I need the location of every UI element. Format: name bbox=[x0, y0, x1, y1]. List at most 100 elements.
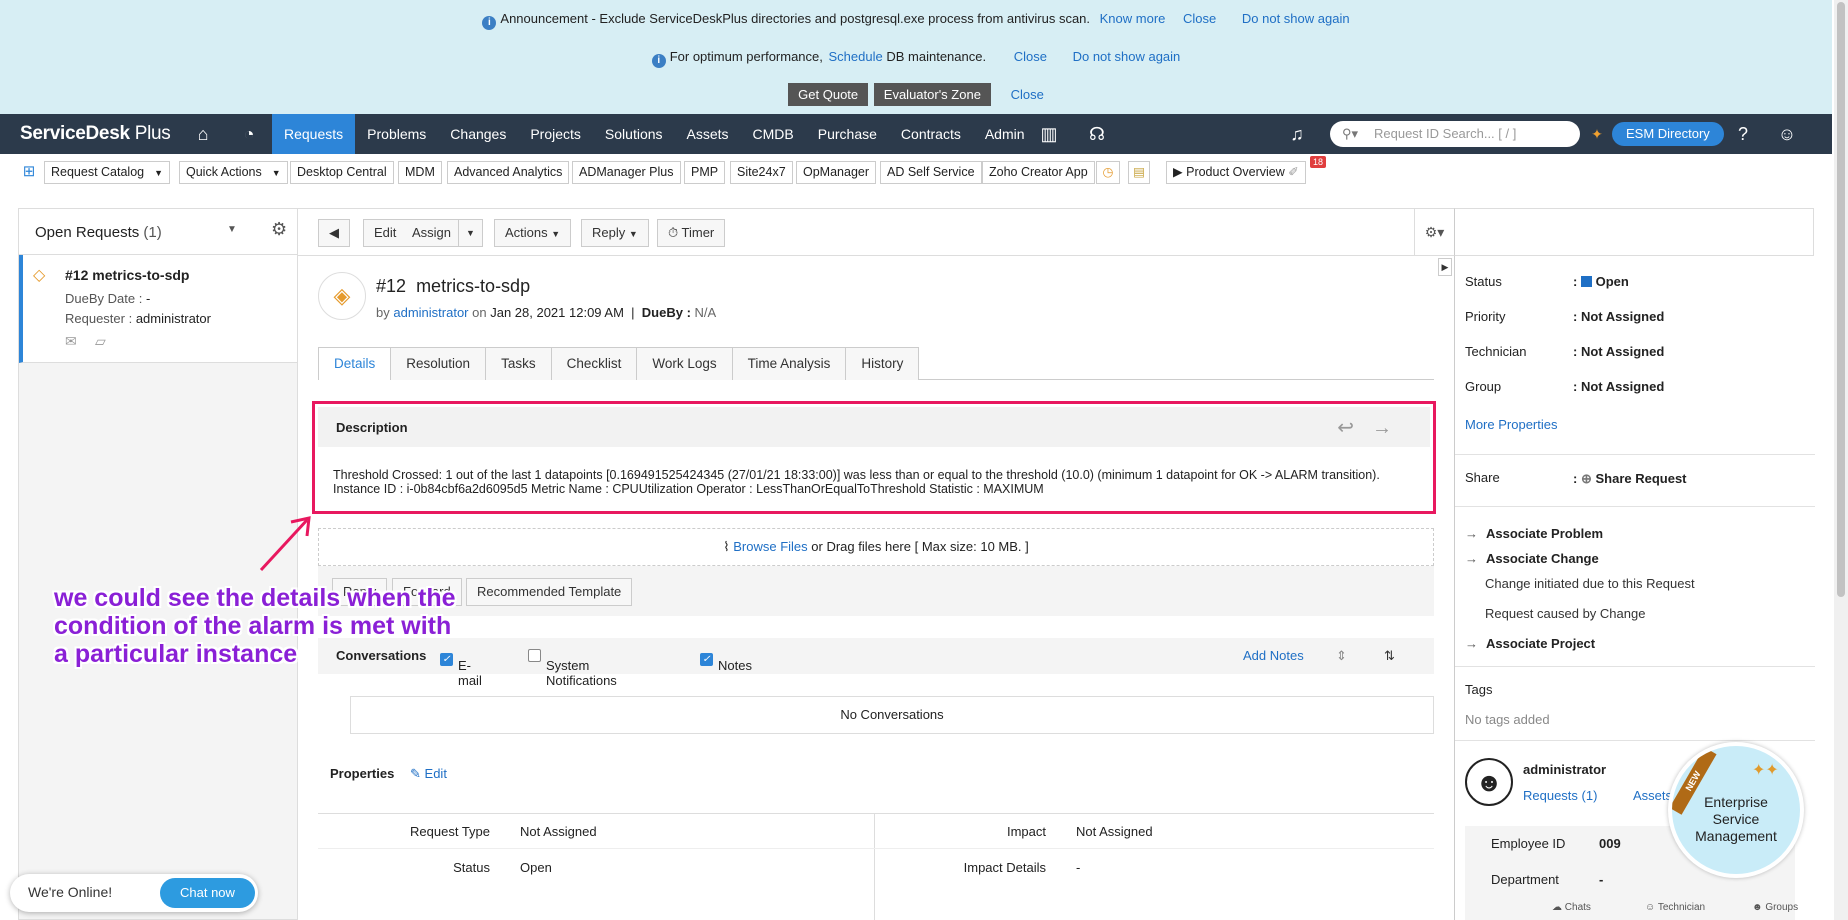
new-request-icon[interactable]: ⊞ bbox=[18, 162, 40, 182]
toolbar-site24x7[interactable]: Site24x7 bbox=[730, 161, 793, 184]
request-id-search-input[interactable]: ⚲▾ Request ID Search... [ / ] bbox=[1330, 121, 1580, 147]
menu-problems[interactable]: Problems bbox=[355, 114, 438, 154]
tab-resolution[interactable]: Resolution bbox=[390, 347, 487, 380]
system-notifications-checkbox[interactable]: System Notifications bbox=[528, 648, 617, 688]
info-icon: i bbox=[651, 54, 666, 68]
tab-checklist[interactable]: Checklist bbox=[550, 347, 638, 380]
menu-requests[interactable]: Requests bbox=[272, 114, 356, 154]
menu-contracts[interactable]: Contracts bbox=[889, 114, 973, 154]
menu-projects[interactable]: Projects bbox=[518, 114, 593, 154]
associate-change-link[interactable]: → Associate Change bbox=[1465, 551, 1599, 566]
toolbar-mdm[interactable]: MDM bbox=[398, 161, 442, 184]
do-not-show-again-link[interactable]: Do not show again bbox=[1073, 49, 1181, 64]
menu-admin[interactable]: Admin bbox=[973, 114, 1037, 154]
user-assets-link[interactable]: Assets bbox=[1633, 788, 1672, 803]
tab-tasks[interactable]: Tasks bbox=[485, 347, 552, 380]
gear-icon[interactable]: ⚙ bbox=[271, 219, 287, 240]
page-scrollbar[interactable] bbox=[1834, 0, 1848, 920]
chevron-down-icon[interactable]: ▼ bbox=[227, 224, 237, 235]
request-caused-link[interactable]: Request caused by Change bbox=[1485, 606, 1645, 621]
groups-shortcut[interactable]: ☻ Groups bbox=[1752, 902, 1798, 913]
notes-filter-checkbox[interactable]: ✓ Notes bbox=[700, 648, 752, 673]
do-not-show-again-link[interactable]: Do not show again bbox=[1242, 11, 1350, 26]
associate-project-link[interactable]: → Associate Project bbox=[1465, 636, 1595, 651]
chats-shortcut[interactable]: ☁ Chats bbox=[1552, 902, 1591, 913]
home-icon[interactable]: ⌂ bbox=[192, 124, 214, 144]
headset-icon[interactable]: ☊ bbox=[1086, 124, 1108, 144]
associate-problem-link[interactable]: → Associate Problem bbox=[1465, 526, 1603, 541]
reply-dropdown[interactable]: Reply ▼ bbox=[581, 219, 649, 247]
menu-changes[interactable]: Changes bbox=[438, 114, 518, 154]
know-more-link[interactable]: Know more bbox=[1100, 11, 1166, 26]
technician-value[interactable]: : Not Assigned bbox=[1573, 344, 1664, 359]
more-properties-link[interactable]: More Properties bbox=[1465, 417, 1557, 432]
group-value[interactable]: : Not Assigned bbox=[1573, 379, 1664, 394]
dashboard-icon[interactable]: ◔ bbox=[238, 124, 260, 144]
toolbar-pmp[interactable]: PMP bbox=[684, 161, 726, 184]
evaluators-zone-button[interactable]: Evaluator's Zone bbox=[873, 83, 991, 106]
notification-bell-icon[interactable]: ♫ bbox=[1286, 124, 1308, 144]
edit-button[interactable]: Edit bbox=[363, 219, 408, 247]
esm-promo-badge[interactable]: NEW ✦✦ Enterprise Service Management bbox=[1668, 742, 1804, 878]
tab-history[interactable]: History bbox=[845, 347, 920, 380]
browse-files-link[interactable]: Browse Files bbox=[733, 539, 807, 554]
back-button[interactable]: ◀ bbox=[318, 219, 350, 247]
quick-actions-dropdown[interactable]: Quick Actions ▼ bbox=[179, 161, 288, 184]
properties-edit-link[interactable]: ✎ Edit bbox=[410, 766, 447, 782]
settings-gear-dropdown[interactable]: ⚙▾ bbox=[1414, 209, 1454, 255]
add-note-icon[interactable]: ▱ bbox=[95, 333, 106, 350]
priority-value[interactable]: : Not Assigned bbox=[1573, 309, 1664, 324]
share-request-link[interactable]: : ⊕ Share Request bbox=[1573, 471, 1687, 487]
collapse-panel-toggle[interactable]: ▶ bbox=[1438, 258, 1452, 276]
request-item-title[interactable]: #12 metrics-to-sdp bbox=[65, 267, 189, 283]
technician-shortcut[interactable]: ☺ Technician bbox=[1645, 902, 1705, 913]
menu-assets[interactable]: Assets bbox=[675, 114, 741, 154]
toolbar-ad-self-service[interactable]: AD Self Service bbox=[880, 161, 982, 184]
tab-time-analysis[interactable]: Time Analysis bbox=[731, 347, 847, 380]
request-list-item[interactable]: ◇ #12 metrics-to-sdp DueBy Date : - Requ… bbox=[19, 255, 297, 363]
toolbar-advanced-analytics[interactable]: Advanced Analytics bbox=[447, 161, 570, 184]
tab-work-logs[interactable]: Work Logs bbox=[636, 347, 733, 380]
reply-arrow-icon[interactable]: ↩ bbox=[1337, 417, 1372, 439]
change-initiated-link[interactable]: Change initiated due to this Request bbox=[1485, 576, 1695, 591]
mail-icon[interactable]: ✉ bbox=[65, 333, 77, 350]
actions-dropdown[interactable]: Actions ▼ bbox=[494, 219, 572, 247]
close-link[interactable]: Close bbox=[1014, 49, 1047, 64]
user-requests-link[interactable]: Requests (1) bbox=[1523, 788, 1597, 803]
file-drop-zone[interactable]: ⌇ Browse Files or Drag files here [ Max … bbox=[318, 528, 1434, 566]
help-icon[interactable]: ? bbox=[1732, 124, 1754, 144]
assign-button[interactable]: Assign bbox=[402, 219, 463, 247]
tab-details[interactable]: Details bbox=[318, 347, 392, 380]
esm-directory-button[interactable]: ESM Directory bbox=[1612, 122, 1724, 146]
toolbar-zoho-creator-app[interactable]: Zoho Creator App bbox=[982, 161, 1095, 184]
get-quote-button[interactable]: Get Quote bbox=[788, 83, 869, 106]
schedule-link[interactable]: Schedule bbox=[829, 49, 883, 64]
open-requests-title[interactable]: Open Requests (1) bbox=[35, 224, 162, 241]
timer-button[interactable]: ⏱ Timer bbox=[657, 219, 726, 247]
recommended-template-button[interactable]: Recommended Template bbox=[466, 578, 633, 606]
forward-arrow-icon[interactable]: → bbox=[1372, 417, 1410, 439]
chat-now-button[interactable]: Chat now bbox=[160, 878, 255, 908]
toolbar-desktop-central[interactable]: Desktop Central bbox=[290, 161, 394, 184]
add-notes-link[interactable]: Add Notes bbox=[1243, 648, 1304, 663]
toolbar-opmanager[interactable]: OpManager bbox=[796, 161, 877, 184]
request-catalog-dropdown[interactable]: Request Catalog ▼ bbox=[44, 161, 171, 184]
menu-cmdb[interactable]: CMDB bbox=[741, 114, 806, 154]
clock-icon[interactable]: ◷ bbox=[1096, 161, 1120, 184]
sort-order-icon[interactable]: ⇅ bbox=[1384, 648, 1395, 664]
close-link[interactable]: Close bbox=[1011, 87, 1044, 102]
requester-link[interactable]: administrator bbox=[393, 305, 468, 320]
status-value[interactable]: : Open bbox=[1573, 274, 1629, 289]
assign-dropdown[interactable]: ▼ bbox=[458, 219, 483, 247]
scrollbar-thumb[interactable] bbox=[1837, 2, 1845, 597]
close-link[interactable]: Close bbox=[1183, 11, 1216, 26]
clipboard-icon[interactable]: ▤ bbox=[1128, 161, 1150, 184]
product-overview-button[interactable]: ▶ Product Overview ✐ bbox=[1166, 161, 1306, 184]
app-logo[interactable]: ServiceDesk Plus bbox=[20, 123, 171, 145]
menu-solutions[interactable]: Solutions bbox=[593, 114, 675, 154]
expand-collapse-icon[interactable]: ⇕ bbox=[1336, 648, 1347, 664]
toolbar-admanager-plus[interactable]: ADManager Plus bbox=[572, 161, 681, 184]
menu-purchase[interactable]: Purchase bbox=[806, 114, 889, 154]
user-avatar-icon[interactable]: ☺ bbox=[1776, 124, 1798, 144]
reports-icon[interactable]: ▥ bbox=[1038, 124, 1060, 144]
